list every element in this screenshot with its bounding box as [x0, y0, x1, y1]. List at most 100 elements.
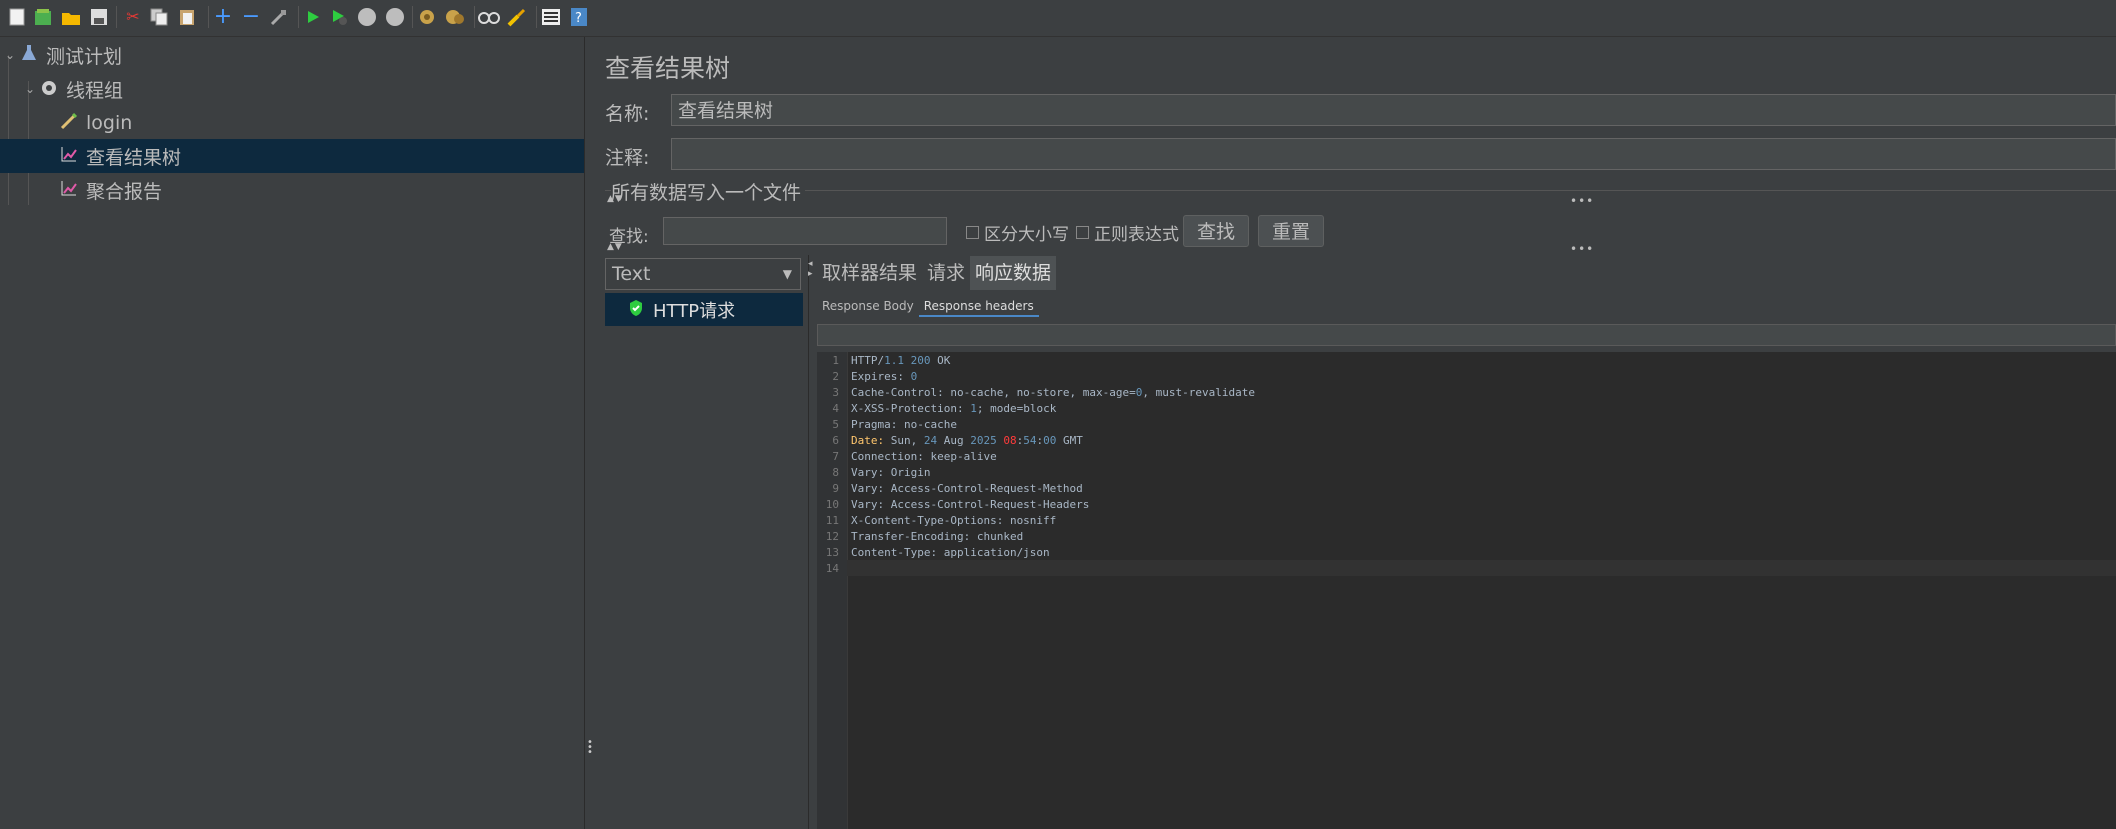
line-number: 14 [825, 562, 839, 575]
regex-label: 正则表达式 [1094, 225, 1179, 245]
start-no-pause-icon[interactable] [328, 6, 350, 28]
chevron-down-icon[interactable]: ⌄ [2, 48, 18, 62]
toolbar: ✂ + − ? [0, 0, 2116, 37]
line-number: 13 [825, 546, 839, 559]
code-text: Content-Type: application/json [851, 546, 1050, 559]
response-headers-editor[interactable]: 1 HTTP/1.1 200 OK 2 Expires: 0 3 Cache-Contro… [817, 352, 2116, 829]
result-item-label: HTTP请求 [653, 300, 736, 322]
tree-item-label: 测试计划 [46, 45, 123, 68]
tab-sampler-result[interactable]: 取样器结果 [817, 256, 922, 290]
help-icon[interactable]: ? [568, 6, 590, 28]
success-shield-icon [625, 299, 647, 321]
sampler-icon [58, 112, 80, 134]
tree-item-label: 查看结果树 [86, 146, 182, 169]
code-text: Cache-Control: no-cache, no-store, max-a… [851, 386, 1255, 399]
expand-icon[interactable]: + [212, 6, 234, 28]
code-text: Vary: Origin [851, 466, 931, 479]
clear-icon[interactable] [416, 6, 438, 28]
renderer-value: Text [612, 263, 651, 285]
line-number: 7 [832, 450, 839, 463]
reset-search-icon[interactable] [506, 6, 528, 28]
line-number: 6 [832, 434, 839, 447]
code-text: Date: Sun, 24 Aug 2025 08:54:00 GMT [851, 434, 1083, 447]
reset-button[interactable]: 重置 [1258, 215, 1324, 247]
shutdown-icon[interactable] [384, 6, 406, 28]
chevron-down-icon: ▼ [782, 267, 792, 281]
open-icon[interactable] [60, 6, 82, 28]
code-text: HTTP/1.1 200 OK [851, 354, 951, 367]
tree-item-label: 线程组 [66, 79, 124, 102]
case-sensitive-checkbox[interactable] [966, 226, 979, 239]
line-number: 12 [825, 530, 839, 543]
results-splitter[interactable] [808, 255, 817, 829]
collapse-icon[interactable]: − [240, 6, 262, 28]
page-title: 查看结果树 [605, 54, 731, 83]
case-sensitive-label: 区分大小写 [984, 225, 1069, 245]
thread-group-icon [38, 78, 60, 100]
new-icon[interactable] [6, 6, 28, 28]
tree-item-aggregate-report[interactable]: 聚合报告 [0, 173, 584, 207]
paste-icon[interactable] [176, 6, 198, 28]
start-icon[interactable] [302, 6, 324, 28]
collapse-handle-icon[interactable]: ••• [1570, 242, 1594, 256]
current-line-highlight [847, 560, 2116, 576]
code-text: X-Content-Type-Options: nosniff [851, 514, 1057, 527]
find-button[interactable]: 查找 [1183, 215, 1249, 247]
view-results-tree-panel: 查看结果树 名称: 查看结果树 注释: 所有数据写入一个文件 ••• ▲▼ 查找… [595, 37, 2116, 829]
cut-icon[interactable]: ✂ [122, 6, 144, 28]
tab-request[interactable]: 请求 [922, 256, 970, 290]
code-text: Expires: 0 [851, 370, 918, 383]
line-number: 11 [825, 514, 839, 527]
line-number: 4 [832, 402, 839, 415]
listener-icon [58, 145, 80, 167]
code-text: Vary: Access-Control-Request-Headers [851, 498, 1090, 511]
chevron-down-icon[interactable]: ⌄ [22, 82, 38, 96]
function-helper-icon[interactable] [540, 6, 562, 28]
code-text: Transfer-Encoding: chunked [851, 530, 1024, 543]
copy-icon[interactable] [148, 6, 170, 28]
comment-field[interactable] [671, 138, 2116, 170]
collapse-arrows-icon[interactable]: ◂ ▸ [808, 259, 814, 279]
tab-response-data[interactable]: 响应数据 [970, 256, 1057, 290]
test-plan-icon [18, 44, 40, 66]
response-search-bar[interactable] [817, 324, 2116, 346]
name-field[interactable]: 查看结果树 [671, 94, 2116, 126]
toggle-icon[interactable] [268, 6, 290, 28]
search-input[interactable] [663, 217, 947, 245]
stop-icon[interactable] [356, 6, 378, 28]
tree-item-view-results-tree[interactable]: 查看结果树 [0, 139, 584, 173]
line-number: 3 [832, 386, 839, 399]
templates-icon[interactable] [32, 6, 54, 28]
code-text: Connection: keep-alive [851, 450, 997, 463]
tab-response-headers[interactable]: Response headers [918, 295, 1039, 317]
collapse-arrows-icon[interactable]: ▲▼ [607, 194, 623, 204]
result-item-http-request[interactable]: HTTP请求 [605, 293, 803, 326]
listener-icon [58, 179, 80, 201]
tree-item-label: 聚合报告 [86, 180, 163, 203]
code-text: Pragma: no-cache [851, 418, 957, 431]
tree-item-test-plan[interactable]: ⌄ 测试计划 [0, 38, 584, 72]
tree-item-login[interactable]: login [0, 106, 584, 140]
regex-checkbox[interactable] [1076, 226, 1089, 239]
line-number: 1 [832, 354, 839, 367]
splitter-grip-icon[interactable]: • • • [587, 738, 593, 758]
line-number: 9 [832, 482, 839, 495]
name-label: 名称: [605, 103, 650, 125]
collapse-handle-icon[interactable]: ••• [1570, 194, 1594, 208]
search-icon[interactable] [478, 6, 500, 28]
file-group-border [605, 190, 2116, 191]
test-plan-tree: ⌄ 测试计划 ⌄ 线程组 login 查看结果树 聚合报告 [0, 37, 585, 829]
file-group-label: 所有数据写入一个文件 [611, 178, 806, 205]
svg-text:?: ? [575, 11, 582, 26]
clear-all-icon[interactable] [444, 6, 466, 28]
comment-label: 注释: [605, 147, 650, 169]
collapse-arrows-icon[interactable]: ▲▼ [607, 242, 623, 252]
response-subtabs: Response Body Response headers [817, 295, 1039, 317]
results-list: HTTP请求 [605, 293, 803, 829]
line-number: 2 [832, 370, 839, 383]
tab-response-body[interactable]: Response Body [817, 295, 919, 317]
result-tabs: 取样器结果 请求 响应数据 [817, 256, 1057, 290]
tree-item-thread-group[interactable]: ⌄ 线程组 [0, 72, 584, 106]
renderer-select[interactable]: Text ▼ [605, 258, 801, 290]
save-icon[interactable] [88, 6, 110, 28]
